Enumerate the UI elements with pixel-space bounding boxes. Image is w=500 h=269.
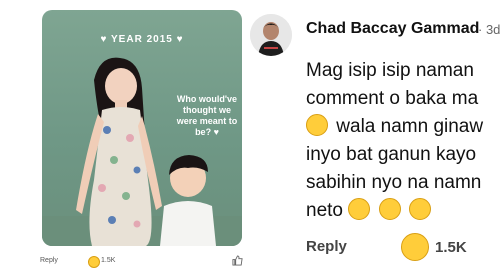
thinking-face-icon	[306, 113, 328, 136]
comment-line-3: wala namn ginaw	[306, 113, 500, 141]
rofl-icon	[378, 197, 401, 220]
left-reply-button[interactable]: Reply	[40, 257, 58, 264]
commenter-avatar[interactable]	[250, 14, 292, 56]
right-panel: Chad Baccay Gammad · 3d Mag isip isip na…	[250, 0, 500, 269]
comment-time: · 3d	[478, 22, 500, 37]
left-reaction-count: 1.5K	[101, 257, 116, 264]
left-panel: ♥ YEAR 2015 ♥ Who would've thought we we…	[0, 0, 250, 269]
comment-line-5: sabihin nyo na namn	[306, 172, 482, 193]
shared-photo[interactable]: ♥ YEAR 2015 ♥ Who would've thought we we…	[42, 10, 242, 246]
comment-line-6: neto	[306, 197, 500, 225]
rofl-icon	[408, 197, 431, 220]
reply-button[interactable]: Reply	[306, 238, 347, 255]
rofl-icon	[348, 197, 371, 220]
comment-text: Mag isip isip naman comment o baka ma wa…	[306, 57, 500, 225]
photo-quote: Who would've thought we were meant to be…	[176, 94, 238, 137]
reaction-count: 1.5K	[435, 239, 467, 256]
haha-reaction-icon	[88, 256, 100, 268]
comment-line-4: inyo bat ganun kayo	[306, 144, 477, 165]
comment-line-1: Mag isip isip naman	[306, 60, 474, 81]
left-comment-actions: Reply 1.5K	[40, 255, 245, 268]
haha-reaction-icon[interactable]	[401, 233, 429, 261]
comment-line-3-text: wala namn ginaw	[336, 116, 484, 137]
like-icon[interactable]	[232, 255, 243, 268]
comment-line-2: comment o baka ma	[306, 88, 479, 109]
comment-line-6-text: neto	[306, 200, 343, 221]
commenter-name[interactable]: Chad Baccay Gammad	[306, 20, 479, 38]
